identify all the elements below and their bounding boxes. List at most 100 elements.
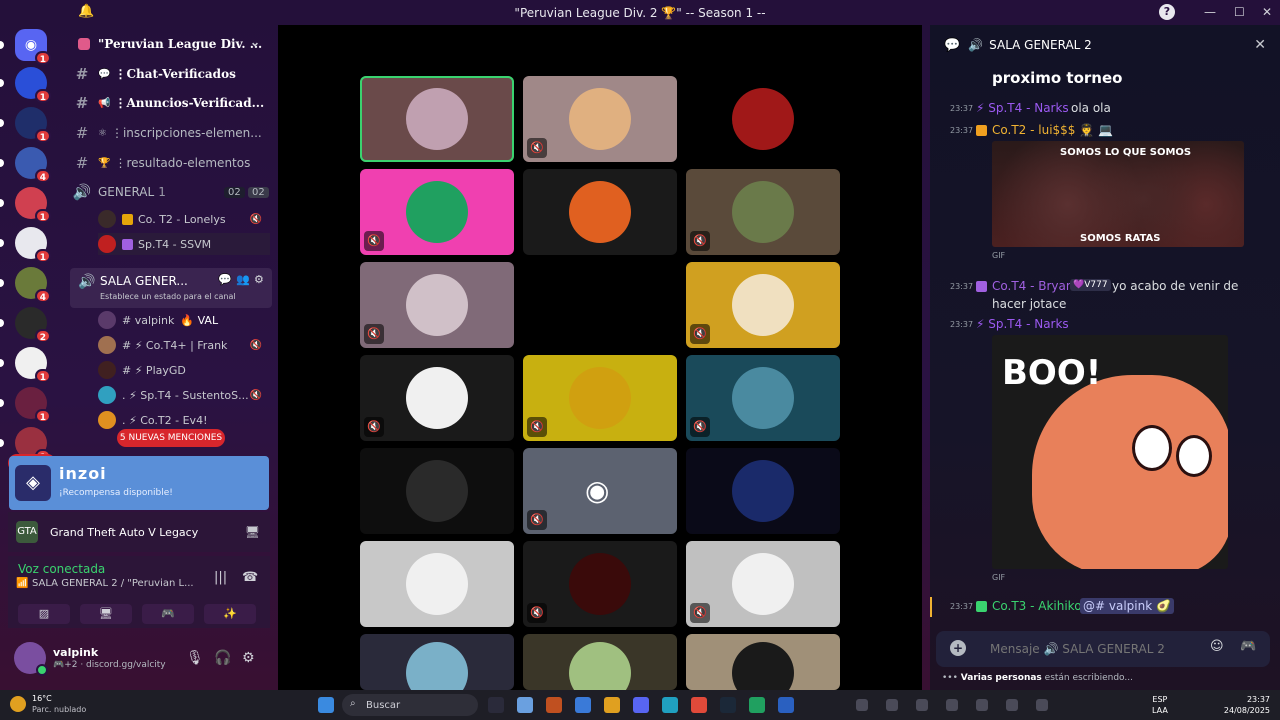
message-author[interactable]: Co.T3 - Akihiko: [992, 599, 1082, 613]
video-tile[interactable]: ◉ 🔇: [523, 448, 677, 534]
notification-bell-icon[interactable]: 🔔: [78, 4, 94, 19]
file-explorer-icon[interactable]: [604, 697, 620, 713]
user-mention[interactable]: @# valpink 🥑: [1080, 598, 1174, 614]
chevron-down-icon[interactable]: ⌄: [250, 35, 260, 49]
taskbar-search[interactable]: ⌕ Buscar: [342, 694, 478, 716]
voice-user[interactable]: Sp.T4 - SSVM: [98, 233, 270, 255]
gear-icon[interactable]: ⚙: [254, 273, 264, 286]
video-tile[interactable]: 🔇: [523, 355, 677, 441]
video-tile[interactable]: 🔇: [523, 541, 677, 627]
tray-bluetooth-icon[interactable]: [946, 699, 958, 711]
microphone-icon[interactable]: 🎙: [186, 650, 204, 666]
game-activity[interactable]: GTA Grand Theft Auto V Legacy 🖥: [8, 512, 270, 552]
gif-boo[interactable]: BOO!: [992, 335, 1228, 569]
video-tile[interactable]: 🔇: [360, 355, 514, 441]
tray-wifi-icon[interactable]: [1006, 699, 1018, 711]
voice-user[interactable]: # ⚡ Co.T4+ | Frank 🔇: [98, 334, 270, 356]
stream-game-icon[interactable]: 🖥: [245, 525, 260, 539]
input-language[interactable]: ESP LAA: [1152, 694, 1168, 716]
video-tile[interactable]: 🔇: [360, 262, 514, 348]
voice-user[interactable]: Co. T2 - Lonelys 🔇: [98, 208, 270, 230]
disconnect-icon[interactable]: ☎: [242, 570, 258, 585]
copilot-icon[interactable]: [575, 697, 591, 713]
video-tile[interactable]: [523, 634, 677, 690]
channel-item[interactable]: # 💬 ⋮Chat-Verificados: [72, 62, 272, 86]
add-attachment-icon[interactable]: +: [950, 640, 966, 656]
voice-user[interactable]: # valpink 🔥 VAL: [98, 309, 270, 331]
activity-button[interactable]: 🎮: [142, 604, 194, 624]
tray-nvidia-icon[interactable]: [886, 699, 898, 711]
message-author[interactable]: ⚡ Sp.T4 - Narks: [976, 101, 1069, 115]
windows-start-icon[interactable]: [318, 697, 334, 713]
new-mentions-pill[interactable]: 5 NUEVAS MENCIONES: [117, 429, 225, 447]
voice-user[interactable]: . ⚡ Sp.T4 - SustentoS... 🔇: [98, 384, 270, 406]
message-author[interactable]: Co.T2 - lui$$$ 🧑‍✈️ 💻: [992, 123, 1113, 137]
close-icon[interactable]: ✕: [1254, 37, 1266, 53]
voice-channel-sala[interactable]: 🔊 SALA GENER... 💬 👥 ⚙ Establece un estad…: [70, 268, 272, 308]
discord-taskbar-icon[interactable]: [633, 697, 649, 713]
chat-bubble-icon[interactable]: 💬: [218, 273, 232, 286]
steam-icon[interactable]: [720, 697, 736, 713]
video-tile[interactable]: 🔇: [360, 169, 514, 255]
voice-channel-general[interactable]: 🔊 GENERAL 1 02 02: [72, 180, 272, 204]
video-tile[interactable]: [686, 448, 840, 534]
inzoi-promo-card[interactable]: ◈ inzoi ¡Recompensa disponible!: [9, 456, 269, 510]
video-tile[interactable]: [686, 76, 840, 162]
server-icon[interactable]: ◉ 1: [0, 29, 51, 65]
headphones-icon[interactable]: 🎧: [214, 650, 231, 666]
settings-gear-icon[interactable]: ⚙: [242, 650, 255, 666]
server-icon[interactable]: 4: [0, 267, 51, 303]
server-icon[interactable]: 1: [0, 107, 51, 143]
message-author[interactable]: ⚡ Sp.T4 - Narks: [976, 317, 1069, 331]
video-tile[interactable]: 🔇: [686, 541, 840, 627]
video-tile[interactable]: 🔇: [686, 169, 840, 255]
soundboard-button[interactable]: ✨: [204, 604, 256, 624]
video-tile[interactable]: 🔇: [686, 262, 840, 348]
tray-steam-icon[interactable]: [916, 699, 928, 711]
system-clock[interactable]: 23:37 24/08/2025: [1224, 694, 1270, 716]
server-icon[interactable]: 1: [0, 67, 51, 103]
server-icon[interactable]: 1: [0, 187, 51, 223]
tray-chevron-icon[interactable]: [856, 699, 868, 711]
tray-discord-icon[interactable]: [976, 699, 988, 711]
guild-header[interactable]: "Peruvian League Div. ... ⌄: [62, 25, 278, 63]
server-icon[interactable]: 1: [0, 227, 51, 263]
video-tile[interactable]: [686, 634, 840, 690]
minimize-button[interactable]: —: [1204, 5, 1216, 19]
edge-icon[interactable]: [662, 697, 678, 713]
message-author[interactable]: Co.T4 - Bryan: [992, 279, 1073, 293]
add-member-icon[interactable]: 👥: [236, 273, 250, 286]
camera-button[interactable]: ▨: [18, 604, 70, 624]
channel-status-text[interactable]: Establece un estado para el canal: [100, 292, 236, 301]
xampp-icon[interactable]: [546, 697, 562, 713]
voice-user[interactable]: . ⚡ Co.T2 - Ev4!: [98, 409, 270, 431]
server-icon[interactable]: 1: [0, 387, 51, 423]
noise-suppression-icon[interactable]: |||: [214, 570, 227, 585]
terminal-icon[interactable]: [749, 697, 765, 713]
video-tile[interactable]: [360, 76, 514, 162]
vs-code-icon[interactable]: [517, 697, 533, 713]
avatar[interactable]: [14, 642, 48, 676]
server-icon[interactable]: 4: [0, 147, 51, 183]
message-input[interactable]: [990, 639, 1210, 659]
channel-item[interactable]: # 📢 ⋮Anuncios-Verificad...: [72, 91, 272, 115]
voice-channel-path[interactable]: SALA GENERAL 2 / "Peruvian L...: [32, 578, 202, 589]
task-view-icon[interactable]: [488, 697, 504, 713]
server-icon[interactable]: 2: [0, 307, 51, 343]
video-tile[interactable]: [360, 634, 514, 690]
tray-speaker-icon[interactable]: [1036, 699, 1048, 711]
voice-user[interactable]: # ⚡ PlayGD: [98, 359, 270, 381]
maximize-button[interactable]: ☐: [1234, 5, 1245, 19]
emoji-icon[interactable]: ☺: [1210, 639, 1224, 654]
video-tile[interactable]: [360, 541, 514, 627]
server-icon[interactable]: 1: [0, 347, 51, 383]
notepad-icon[interactable]: [778, 697, 794, 713]
close-window-button[interactable]: ✕: [1262, 5, 1272, 19]
signal-icon[interactable]: 📶: [16, 578, 28, 589]
video-tile[interactable]: [360, 448, 514, 534]
channel-item[interactable]: # ⚛ ⋮inscripciones-elemen...: [72, 121, 272, 145]
video-tile[interactable]: 🔇: [686, 355, 840, 441]
screen-share-button[interactable]: 🖥: [80, 604, 132, 624]
channel-item[interactable]: # 🏆 ⋮resultado-elementos: [72, 151, 272, 175]
video-tile[interactable]: [523, 169, 677, 255]
